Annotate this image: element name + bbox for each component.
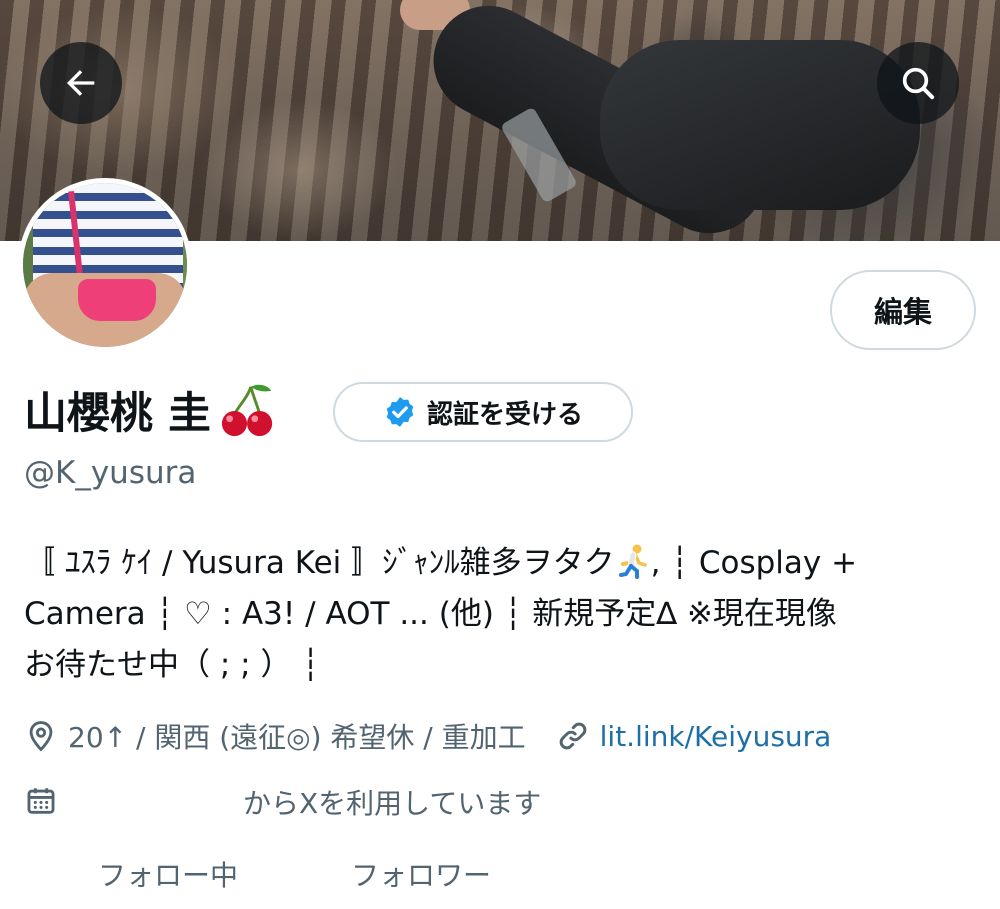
display-name: 山櫻桃 圭: [24, 389, 211, 439]
avatar-bag: [78, 279, 156, 321]
runner-emoji-icon: [618, 544, 647, 579]
bio-line-3: お待たせ中（ ; ; ） ┆: [24, 647, 320, 683]
avatar-photo: [23, 183, 187, 347]
bio-line-2: Camera ┆ ♡ : A3! / AOT ... (他) ┆ 新規予定∆ ※…: [24, 596, 837, 632]
verified-badge-icon: [386, 397, 414, 427]
calendar-icon: [27, 788, 55, 814]
joined-row: [24, 780, 58, 822]
website-link[interactable]: lit.link/Keiyusura: [600, 720, 832, 753]
avatar[interactable]: [18, 178, 192, 352]
location-pin-icon: [29, 721, 53, 752]
location-text: 20↑ / 関西 (遠征◎) 希望休 / 重加工: [68, 721, 526, 754]
get-verified-label: 認証を受ける: [426, 399, 583, 430]
link-icon: [559, 722, 586, 750]
profile-meta-row: 20↑ / 関西 (遠征◎) 希望休 / 重加工 lit.link/Keiyus…: [24, 714, 831, 758]
banner-figure: [600, 40, 920, 210]
bio-line-1: 〚 ﾕｽﾗ ｹｲ / Yusura Kei 〛ｼﾞｬﾝﾙ雑多ヲタク , ┆ Co…: [24, 538, 982, 589]
back-button[interactable]: [40, 42, 122, 124]
cherry-icon: [221, 384, 273, 437]
name-row: 山櫻桃 圭: [24, 377, 277, 443]
search-icon: [902, 67, 935, 100]
search-button[interactable]: [877, 42, 959, 124]
bio-text-1b: , ┆ Cosplay +: [650, 545, 858, 581]
get-verified-button[interactable]: 認証を受ける: [333, 382, 633, 442]
edit-profile-button[interactable]: 編集: [830, 270, 976, 350]
profile-page: 編集 山櫻桃 圭 認証を受ける @K_yusura 〚 ﾕｽﾗ ｹｲ / Yus…: [0, 0, 1000, 909]
joined-date-text: からXを利用しています: [243, 787, 542, 820]
arrow-left-icon: [67, 70, 95, 96]
followers-link[interactable]: フォロワー: [351, 854, 491, 894]
profile-bio: 〚 ﾕｽﾗ ｹｲ / Yusura Kei 〛ｼﾞｬﾝﾙ雑多ヲタク , ┆ Co…: [24, 538, 982, 691]
user-handle: @K_yusura: [24, 455, 197, 491]
following-link[interactable]: フォロー中: [98, 854, 238, 894]
bio-text-1a: 〚 ﾕｽﾗ ｹｲ / Yusura Kei 〛ｼﾞｬﾝﾙ雑多ヲタク: [24, 545, 615, 581]
